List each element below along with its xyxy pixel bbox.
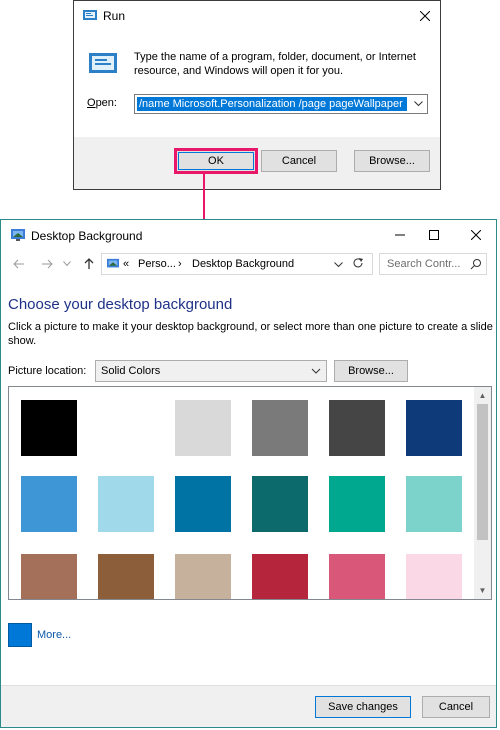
color-swatch[interactable] bbox=[98, 554, 154, 599]
picture-location-label: Picture location: bbox=[8, 365, 87, 377]
minimize-icon bbox=[395, 234, 405, 236]
breadcrumb-current[interactable]: Desktop Background bbox=[192, 258, 294, 270]
color-swatch[interactable] bbox=[98, 476, 154, 532]
breadcrumb-separator[interactable]: › bbox=[178, 258, 182, 270]
maximize-icon bbox=[429, 230, 439, 240]
color-swatch[interactable] bbox=[406, 400, 462, 456]
back-icon bbox=[13, 259, 24, 269]
close-icon bbox=[420, 11, 430, 21]
back-button[interactable] bbox=[11, 256, 27, 272]
chevron-down-icon bbox=[311, 368, 321, 374]
dbw-footer: Save changes Cancel bbox=[1, 685, 496, 727]
page-title: Choose your desktop background bbox=[8, 296, 233, 313]
breadcrumb-parent[interactable]: Perso... bbox=[138, 258, 176, 270]
up-button[interactable] bbox=[81, 256, 97, 272]
color-swatch[interactable] bbox=[21, 400, 77, 456]
open-label: Open: bbox=[87, 97, 117, 109]
run-big-icon bbox=[89, 53, 117, 73]
forward-icon bbox=[42, 259, 53, 269]
color-swatch[interactable] bbox=[329, 554, 385, 599]
search-icon bbox=[470, 259, 481, 270]
run-app-icon bbox=[83, 10, 97, 20]
run-title: Run bbox=[103, 9, 126, 23]
color-swatch[interactable] bbox=[175, 476, 231, 532]
picture-location-value: Solid Colors bbox=[101, 365, 161, 377]
up-icon bbox=[84, 258, 94, 269]
control-panel-icon bbox=[11, 229, 25, 241]
more-link[interactable]: More... bbox=[37, 629, 71, 641]
forward-button[interactable] bbox=[39, 256, 55, 272]
minimize-button[interactable] bbox=[383, 220, 417, 250]
scroll-up-button[interactable]: ▲ bbox=[474, 387, 491, 404]
chevron-down-icon bbox=[334, 262, 343, 268]
color-swatch[interactable] bbox=[175, 554, 231, 599]
color-swatch[interactable] bbox=[406, 554, 462, 599]
browse-button[interactable]: Browse... bbox=[354, 150, 430, 172]
close-icon bbox=[471, 230, 481, 240]
run-description: Type the name of a program, folder, docu… bbox=[134, 51, 416, 77]
save-changes-button[interactable]: Save changes bbox=[315, 696, 411, 718]
refresh-icon bbox=[353, 258, 363, 268]
color-gallery: ▲ ▼ bbox=[8, 386, 492, 600]
color-swatch[interactable] bbox=[252, 476, 308, 532]
page-description: Click a picture to make it your desktop … bbox=[8, 321, 493, 347]
color-swatch[interactable] bbox=[406, 476, 462, 532]
color-swatch[interactable] bbox=[21, 554, 77, 599]
color-swatch[interactable] bbox=[252, 400, 308, 456]
search-box[interactable]: Search Contr... bbox=[379, 253, 487, 275]
navigation-bar: « Perso... › Desktop Background Search C… bbox=[1, 250, 496, 278]
color-swatch[interactable] bbox=[175, 400, 231, 456]
refresh-button[interactable] bbox=[352, 257, 364, 272]
ok-highlight-box: OK bbox=[174, 148, 258, 174]
search-input[interactable]: Search Contr... bbox=[387, 258, 460, 270]
open-dropdown-button[interactable] bbox=[409, 95, 427, 113]
dbw-close-button[interactable] bbox=[459, 220, 493, 250]
desktop-background-window: Desktop Background « Perso... › Desktop … bbox=[0, 219, 497, 728]
open-input[interactable]: /name Microsoft.Personalization /page pa… bbox=[137, 97, 407, 111]
color-swatch[interactable] bbox=[21, 476, 77, 532]
ok-button[interactable]: OK bbox=[178, 152, 254, 170]
control-panel-icon bbox=[107, 258, 119, 268]
color-swatch[interactable] bbox=[329, 476, 385, 532]
recent-locations-button[interactable] bbox=[61, 256, 73, 272]
color-swatch[interactable] bbox=[252, 554, 308, 599]
dbw-title: Desktop Background bbox=[31, 229, 143, 243]
run-titlebar: Run bbox=[74, 1, 440, 31]
location-browse-button[interactable]: Browse... bbox=[334, 360, 408, 382]
chevron-down-icon bbox=[413, 101, 423, 107]
scroll-thumb[interactable] bbox=[477, 404, 488, 540]
scroll-down-button[interactable]: ▼ bbox=[474, 582, 491, 599]
address-dropdown-button[interactable] bbox=[334, 259, 343, 271]
gallery-scrollbar[interactable]: ▲ ▼ bbox=[474, 387, 491, 599]
dbw-cancel-button[interactable]: Cancel bbox=[422, 696, 490, 718]
cancel-button[interactable]: Cancel bbox=[261, 150, 337, 172]
more-color-swatch[interactable] bbox=[8, 623, 32, 647]
recent-icon bbox=[63, 261, 71, 267]
open-combobox[interactable]: /name Microsoft.Personalization /page pa… bbox=[134, 94, 428, 114]
color-swatch[interactable] bbox=[329, 400, 385, 456]
color-swatch[interactable] bbox=[98, 400, 154, 456]
run-dialog: Run Type the name of a program, folder, … bbox=[73, 0, 441, 190]
breadcrumb-overflow[interactable]: « bbox=[123, 258, 129, 270]
address-bar[interactable]: « Perso... › Desktop Background bbox=[101, 253, 373, 275]
dbw-titlebar: Desktop Background bbox=[1, 220, 496, 250]
maximize-button[interactable] bbox=[417, 220, 451, 250]
picture-location-select[interactable]: Solid Colors bbox=[95, 360, 327, 382]
run-close-button[interactable] bbox=[410, 1, 440, 31]
